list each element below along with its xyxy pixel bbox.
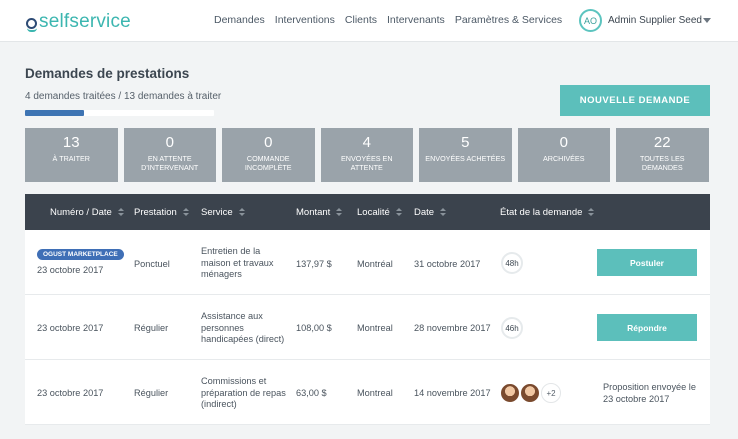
row-prestation: Régulier: [134, 323, 169, 333]
stat-card-envoyees-en-attente[interactable]: 4 ENVOYÉES EN ATTENTE: [320, 128, 413, 182]
row-request-date: 31 octobre 2017: [414, 259, 481, 269]
stat-count: 0: [264, 134, 273, 151]
table-row[interactable]: OGUST MARKETPLACE 23 octobre 2017 Ponctu…: [25, 230, 710, 295]
stat-card-archivees[interactable]: 0 ARCHIVÉES: [517, 128, 610, 182]
progress-bar: [25, 110, 214, 116]
stat-label: EN ATTENTE D'INTERVENANT: [141, 154, 199, 172]
postuler-button[interactable]: Postuler: [597, 249, 697, 276]
column-label: Prestation: [134, 207, 177, 218]
row-service: Assistance aux personnes handicapées (di…: [201, 311, 285, 344]
column-label: Numéro / Date: [50, 207, 112, 218]
column-label: Montant: [296, 207, 331, 218]
column-label: État de la demande: [500, 207, 583, 218]
requests-table: Numéro / Date Prestation Service Montant…: [25, 194, 710, 425]
nav-item-parametres[interactable]: Paramètres & Services: [455, 14, 562, 26]
sort-icon[interactable]: [238, 208, 245, 217]
column-header-montant[interactable]: Montant: [296, 207, 343, 218]
stat-label: ARCHIVÉES: [542, 154, 585, 163]
row-prestation: Ponctuel: [134, 259, 170, 269]
table-header: Numéro / Date Prestation Service Montant…: [25, 194, 710, 230]
sort-icon[interactable]: [440, 208, 447, 217]
nav-item-clients[interactable]: Clients: [345, 14, 377, 26]
nav-item-intervenants[interactable]: Intervenants: [387, 14, 445, 26]
chevron-down-icon[interactable]: [703, 18, 711, 23]
sort-icon[interactable]: [588, 208, 595, 217]
table-row[interactable]: 23 octobre 2017 Régulier Assistance aux …: [25, 295, 710, 360]
stat-count: 0: [559, 134, 568, 151]
stat-label: ENVOYÉES ACHETÉES: [425, 154, 506, 163]
row-amount: 108,00 $: [296, 323, 332, 333]
stat-card-envoyees-achetees[interactable]: 5 ENVOYÉES ACHETÉES: [419, 128, 512, 182]
row-locality: Montreal: [357, 323, 393, 333]
column-header-etat[interactable]: État de la demande: [500, 207, 595, 218]
row-amount: 63,00 $: [296, 388, 327, 398]
new-request-button[interactable]: NOUVELLE DEMANDE: [560, 85, 710, 116]
top-navbar: selfservice Demandes Interventions Clien…: [0, 0, 738, 42]
row-request-date: 28 novembre 2017: [414, 323, 491, 333]
row-locality: Montreal: [357, 388, 393, 398]
stat-label: COMMANDE INCOMPLÈTE: [244, 154, 292, 172]
nav-item-demandes[interactable]: Demandes: [214, 14, 265, 26]
logo-mark-icon: [26, 12, 38, 32]
column-header-date[interactable]: Date: [414, 207, 447, 218]
user-avatar[interactable]: AO: [579, 9, 602, 32]
stat-count: 4: [362, 134, 371, 151]
stat-card-toutes[interactable]: 22 TOUTES LES DEMANDES: [616, 128, 709, 182]
stat-count: 0: [165, 134, 174, 151]
row-amount: 137,97 $: [296, 259, 332, 269]
row-locality: Montréal: [357, 259, 393, 269]
stat-count: 5: [461, 134, 470, 151]
row-service: Commissions et préparation de repas (ind…: [201, 376, 286, 409]
avatar: [520, 383, 540, 403]
sort-icon[interactable]: [336, 208, 343, 217]
stat-card-en-attente-intervenant[interactable]: 0 EN ATTENTE D'INTERVENANT: [123, 128, 216, 182]
page-title: Demandes de prestations: [25, 66, 190, 81]
main-nav: Demandes Interventions Clients Intervena…: [214, 14, 572, 26]
stat-label: À TRAITER: [52, 154, 90, 163]
sort-icon[interactable]: [182, 208, 189, 217]
row-date: 23 octobre 2017: [37, 388, 104, 398]
column-header-localite[interactable]: Localité: [357, 207, 402, 218]
table-row[interactable]: 23 octobre 2017 Régulier Commissions et …: [25, 360, 710, 425]
user-name[interactable]: Admin Supplier Seed: [608, 15, 702, 26]
row-date: 23 octobre 2017: [37, 323, 104, 333]
more-avatars-count[interactable]: +2: [541, 383, 561, 403]
logo[interactable]: selfservice: [26, 8, 131, 32]
nav-item-interventions[interactable]: Interventions: [275, 14, 335, 26]
row-status-text: Proposition envoyée le 23 octobre 2017: [603, 382, 696, 404]
column-header-prestation[interactable]: Prestation: [134, 207, 189, 218]
marketplace-badge: OGUST MARKETPLACE: [37, 249, 124, 260]
column-label: Date: [414, 207, 435, 218]
row-service: Entretien de la maison et travaux ménage…: [201, 246, 274, 279]
stat-card-a-traiter[interactable]: 13 À TRAITER: [25, 128, 118, 182]
sort-icon[interactable]: [117, 208, 124, 217]
timer-badge: 48h: [501, 252, 523, 274]
progress-text: 4 demandes traitées / 13 demandes à trai…: [25, 91, 222, 102]
logo-text: selfservice: [39, 11, 131, 32]
repondre-button[interactable]: Répondre: [597, 314, 697, 341]
column-label: Service: [201, 207, 233, 218]
stats-cards: 13 À TRAITER 0 EN ATTENTE D'INTERVENANT …: [25, 128, 709, 182]
sort-icon[interactable]: [395, 208, 402, 217]
row-date: 23 octobre 2017: [37, 265, 104, 275]
column-header-service[interactable]: Service: [201, 207, 245, 218]
stat-label: TOUTES LES DEMANDES: [639, 154, 685, 172]
avatar: [500, 383, 520, 403]
stat-count: 13: [62, 134, 80, 151]
column-label: Localité: [357, 207, 390, 218]
row-request-date: 14 novembre 2017: [414, 388, 491, 398]
row-prestation: Régulier: [134, 388, 169, 398]
timer-badge: 46h: [501, 317, 523, 339]
column-header-numero[interactable]: Numéro / Date: [50, 207, 124, 218]
stat-count: 22: [653, 134, 671, 151]
stat-card-commande-incomplete[interactable]: 0 COMMANDE INCOMPLÈTE: [222, 128, 315, 182]
stat-label: ENVOYÉES EN ATTENTE: [340, 154, 393, 172]
progress-fill: [25, 110, 84, 116]
